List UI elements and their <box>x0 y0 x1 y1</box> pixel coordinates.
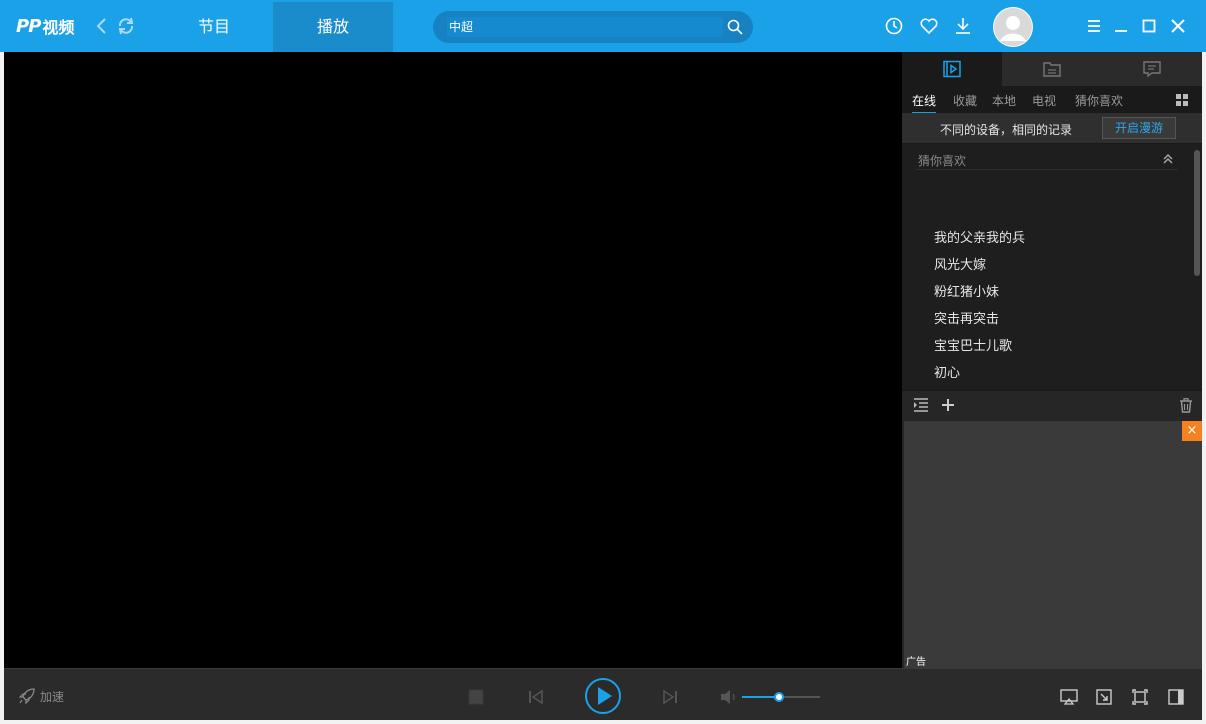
list-toolbar <box>902 391 1202 421</box>
collapse-icon[interactable] <box>1162 153 1174 165</box>
stop-icon[interactable] <box>468 689 484 705</box>
screen-cast-icon[interactable] <box>1060 689 1078 705</box>
tab-playback-label: 播放 <box>316 17 349 36</box>
tab-folder[interactable] <box>1002 52 1102 86</box>
accelerate-label: 加速 <box>40 689 65 704</box>
control-bar: 加速 <box>4 668 1202 720</box>
tab-comments[interactable] <box>1102 52 1202 86</box>
title-bar: PP 视频 节目 播放 <box>0 0 1206 52</box>
download-icon[interactable] <box>953 16 973 36</box>
ad-area[interactable]: × 广告 <box>902 421 1202 668</box>
close-icon[interactable] <box>1168 16 1188 36</box>
sub-tabs: 在线 收藏 本地 电视 猜你喜欢 <box>902 86 1202 114</box>
recommend-list: 猜你喜欢 我的父亲我的兵 风光大嫁 粉红猪小妹 突击再突击 宝宝巴士儿歌 初心 <box>902 144 1192 389</box>
mini-mode-icon[interactable] <box>1096 689 1112 705</box>
video-area[interactable] <box>4 52 902 668</box>
ad-label: 广告 <box>906 657 926 668</box>
menu-icon[interactable] <box>1084 16 1104 36</box>
app-logo[interactable]: PP 视频 <box>16 14 74 38</box>
list-item[interactable]: 突击再突击 <box>934 308 999 327</box>
subtab-local[interactable]: 本地 <box>992 92 1016 109</box>
comment-icon <box>1143 61 1161 78</box>
toggle-sidebar-icon[interactable] <box>1168 689 1184 705</box>
play-icon[interactable] <box>584 677 622 715</box>
scrollbar-thumb[interactable] <box>1194 150 1200 276</box>
volume-slider[interactable] <box>742 692 820 702</box>
subtab-favorites[interactable]: 收藏 <box>953 92 977 109</box>
list-item[interactable]: 我的父亲我的兵 <box>934 227 1025 246</box>
list-scrollbar[interactable] <box>1192 144 1202 389</box>
tab-playback[interactable]: 播放 <box>273 2 393 52</box>
delete-icon[interactable] <box>1179 398 1193 413</box>
grid-icon[interactable] <box>1176 94 1188 106</box>
avatar[interactable] <box>993 7 1033 47</box>
sort-icon[interactable] <box>914 398 928 412</box>
volume-knob[interactable] <box>774 692 785 702</box>
rocket-icon <box>18 688 35 705</box>
side-panel: 在线 收藏 本地 电视 猜你喜欢 不同的设备，相同的记录 开启漫游 猜你喜欢 我… <box>902 52 1202 668</box>
folder-icon <box>1043 62 1061 77</box>
refresh-icon[interactable] <box>116 16 136 36</box>
back-icon[interactable] <box>92 16 112 36</box>
list-item[interactable]: 初心 <box>934 362 960 381</box>
search-box <box>433 11 753 43</box>
enable-roaming-button[interactable]: 开启漫游 <box>1102 117 1176 139</box>
panel-tabs <box>902 52 1202 86</box>
sync-bar: 不同的设备，相同的记录 开启漫游 <box>902 113 1202 143</box>
subtab-tv[interactable]: 电视 <box>1032 92 1056 109</box>
list-item[interactable]: 风光大嫁 <box>934 254 986 273</box>
subtab-recommend[interactable]: 猜你喜欢 <box>1075 92 1123 109</box>
logo-text: 视频 <box>42 18 75 37</box>
tab-programs[interactable]: 节目 <box>155 2 273 52</box>
ad-close-button[interactable]: × <box>1182 421 1202 441</box>
list-header[interactable]: 猜你喜欢 <box>916 148 1178 170</box>
tab-programs-label: 节目 <box>197 17 230 36</box>
favorite-icon[interactable] <box>919 16 939 36</box>
list-item[interactable]: 粉红猪小妹 <box>934 281 999 300</box>
list-header-label: 猜你喜欢 <box>918 154 967 168</box>
list-item[interactable]: 宝宝巴士儿歌 <box>934 335 1012 354</box>
add-icon[interactable] <box>941 398 955 412</box>
minimize-icon[interactable] <box>1111 16 1131 36</box>
next-icon[interactable] <box>662 689 678 705</box>
tab-playlist[interactable] <box>902 52 1002 86</box>
app-window: PP 视频 节目 播放 中超 在线 收藏 本地 电视 猜你喜欢 不同的设备，相同… <box>0 0 1206 724</box>
accelerate-button[interactable]: 加速 <box>18 687 64 705</box>
previous-icon[interactable] <box>528 689 544 705</box>
volume-icon[interactable] <box>720 689 738 705</box>
logo-mark: PP <box>16 15 41 37</box>
subtab-online[interactable]: 在线 <box>912 92 937 114</box>
search-icon[interactable] <box>727 19 743 35</box>
user-icon <box>994 8 1032 46</box>
playlist-icon <box>943 60 961 78</box>
history-icon[interactable] <box>884 16 904 36</box>
maximize-icon[interactable] <box>1139 16 1159 36</box>
sync-text: 不同的设备，相同的记录 <box>940 123 1073 137</box>
search-input[interactable] <box>447 17 723 37</box>
fullscreen-icon[interactable] <box>1132 689 1148 705</box>
